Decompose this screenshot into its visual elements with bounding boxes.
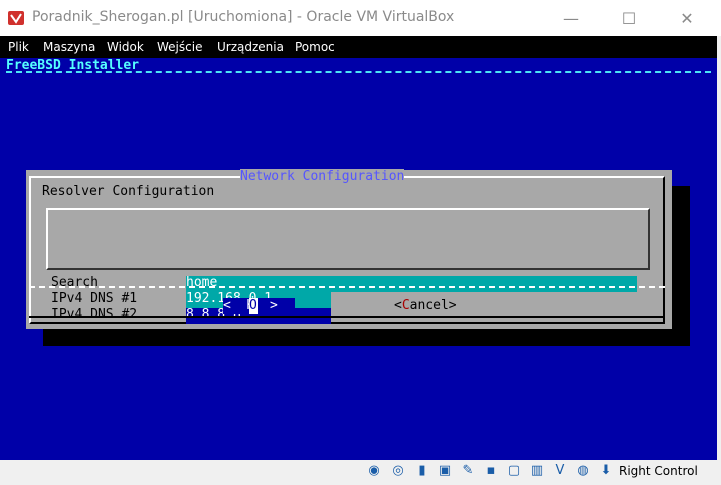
shared-folders-icon[interactable]: ✎: [460, 463, 476, 479]
installer-divider: [6, 71, 711, 77]
menu-widok[interactable]: Widok: [107, 40, 144, 54]
mouse-integration-icon[interactable]: V: [552, 463, 568, 479]
arrow-down-icon[interactable]: ⬇: [598, 463, 614, 479]
virtualization-icon[interactable]: ▥: [529, 463, 545, 479]
menu-urzadzenia[interactable]: Urządzenia: [217, 40, 284, 54]
usb-icon[interactable]: ▮: [414, 463, 430, 479]
menu-wejscie[interactable]: Wejście: [157, 40, 202, 54]
processor-icon[interactable]: ◍: [575, 463, 591, 479]
dns1-label: IPv4 DNS #1: [51, 291, 138, 306]
menu-maszyna[interactable]: Maszyna: [43, 40, 95, 54]
dns2-label: IPv4 DNS #2: [51, 307, 138, 322]
button-divider: [29, 286, 665, 288]
vm-screen[interactable]: FreeBSD Installer Network Configuration …: [0, 58, 717, 460]
search-label: Search: [51, 275, 98, 290]
network-icon[interactable]: ▣: [437, 463, 453, 479]
audio-icon[interactable]: ◎: [390, 463, 406, 479]
ok-hotkey: O: [249, 298, 257, 313]
window-title: Poradnik_Sherogan.pl [Uruchomiona] - Ora…: [32, 9, 455, 25]
resolver-form: [46, 208, 650, 270]
title-bar: Poradnik_Sherogan.pl [Uruchomiona] - Ora…: [0, 0, 721, 36]
cancel-button[interactable]: <Cancel>: [394, 298, 457, 314]
optical-disk-icon[interactable]: ◉: [366, 463, 382, 479]
menu-bar: Plik Maszyna Widok Wejście Urządzenia Po…: [0, 36, 717, 58]
window-border: [717, 36, 721, 485]
dialog-subtitle: Resolver Configuration: [42, 184, 215, 199]
host-key-label: Right Control: [619, 464, 698, 478]
dialog-bottom-edge: [29, 316, 665, 318]
status-bar: ◉ ◎ ▮ ▣ ✎ ▪ ▢ ▥ V ◍ ⬇ Right Control: [0, 460, 717, 485]
display-icon[interactable]: ▪: [483, 463, 499, 479]
search-value[interactable]: home: [186, 275, 217, 291]
menu-pomoc[interactable]: Pomoc: [295, 40, 335, 54]
network-config-dialog: Network Configuration Resolver Configura…: [26, 169, 672, 329]
menu-plik[interactable]: Plik: [8, 40, 29, 54]
dialog-title: Network Configuration: [240, 169, 405, 185]
close-button[interactable]: ✕: [664, 0, 710, 36]
virtualbox-app-icon: [8, 11, 24, 25]
video-capture-icon[interactable]: ▢: [506, 463, 522, 479]
maximize-button[interactable]: ☐: [606, 0, 652, 36]
search-field[interactable]: [186, 276, 637, 292]
minimize-button[interactable]: —: [548, 0, 594, 36]
